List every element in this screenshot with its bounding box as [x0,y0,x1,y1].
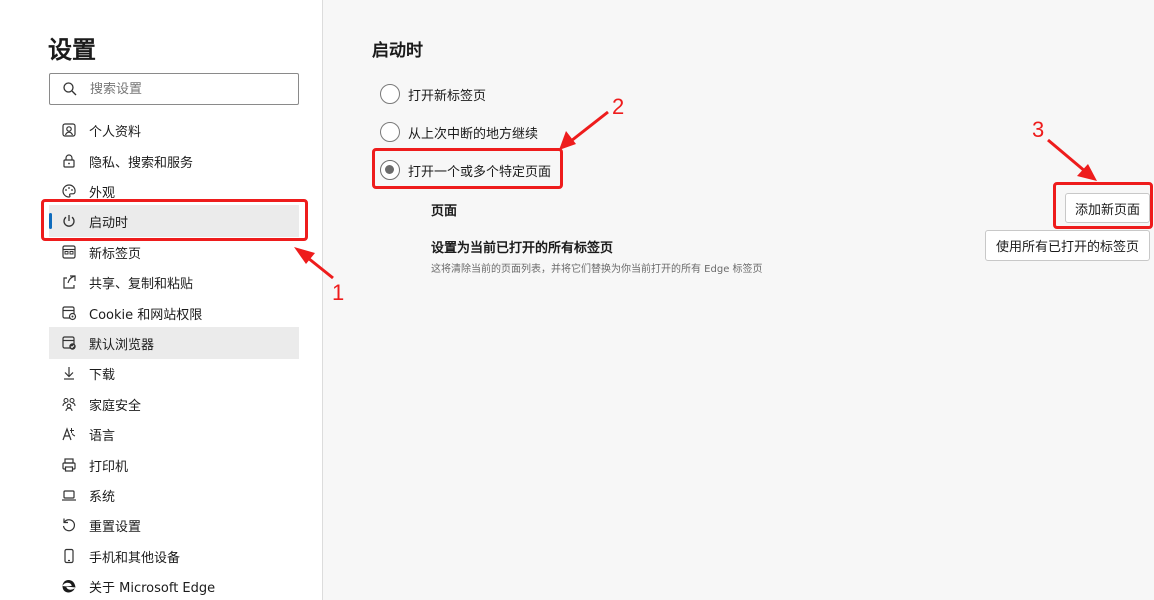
annotation-label-2: 2 [612,94,625,119]
annotation-arrows [294,110,1097,280]
annotation-arrow-3 [1047,138,1087,174]
annotation-arrow-1 [307,256,334,280]
annotation-label-3: 3 [1032,117,1045,142]
annotation-label-1: 1 [332,280,345,305]
annotation-arrow-2 [570,110,609,143]
